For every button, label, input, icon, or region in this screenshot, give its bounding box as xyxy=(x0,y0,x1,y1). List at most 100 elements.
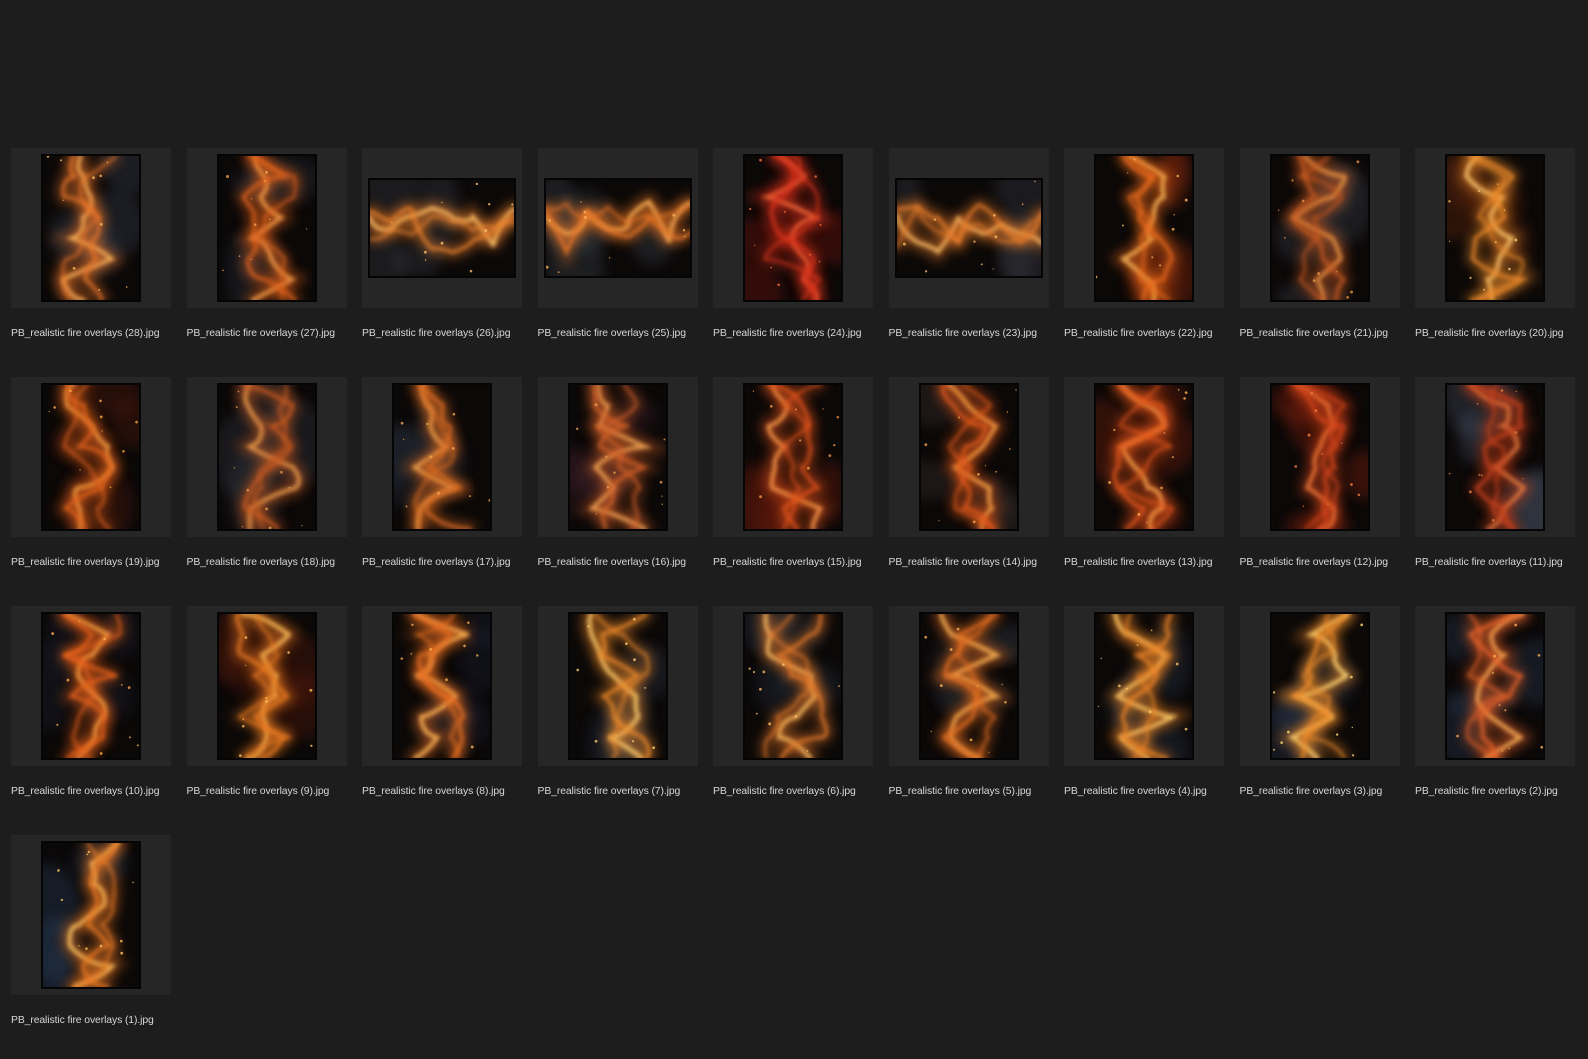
file-item[interactable]: PB_realistic fire overlays (18).jpg xyxy=(186,377,347,568)
file-item[interactable]: PB_realistic fire overlays (23).jpg xyxy=(888,148,1049,339)
file-name[interactable]: PB_realistic fire overlays (9).jpg xyxy=(187,786,362,798)
file-item[interactable]: PB_realistic fire overlays (17).jpg xyxy=(362,377,522,568)
fire-image xyxy=(920,385,1017,529)
thumbnail-tile[interactable] xyxy=(1064,606,1224,766)
file-name[interactable]: PB_realistic fire overlays (10).jpg xyxy=(11,786,186,798)
thumbnail-tile[interactable] xyxy=(888,606,1049,766)
fire-overlay-thumbnail xyxy=(392,383,492,531)
file-item[interactable]: PB_realistic fire overlays (4).jpg xyxy=(1064,606,1224,797)
file-name[interactable]: PB_realistic fire overlays (23).jpg xyxy=(889,328,1064,340)
thumbnail-tile[interactable] xyxy=(713,148,873,308)
fire-overlay-thumbnail xyxy=(216,154,317,302)
file-item[interactable]: PB_realistic fire overlays (28).jpg xyxy=(11,148,171,339)
file-name[interactable]: PB_realistic fire overlays (15).jpg xyxy=(713,557,888,569)
file-name[interactable]: PB_realistic fire overlays (7).jpg xyxy=(538,786,713,798)
file-name[interactable]: PB_realistic fire overlays (25).jpg xyxy=(538,328,713,340)
file-name[interactable]: PB_realistic fire overlays (12).jpg xyxy=(1240,557,1415,569)
file-item[interactable]: PB_realistic fire overlays (11).jpg xyxy=(1415,377,1575,568)
file-item[interactable]: PB_realistic fire overlays (14).jpg xyxy=(888,377,1049,568)
file-item[interactable]: PB_realistic fire overlays (1).jpg xyxy=(11,835,171,1026)
thumbnail-tile[interactable] xyxy=(1239,148,1400,308)
fire-overlay-thumbnail xyxy=(918,612,1019,760)
file-item[interactable]: PB_realistic fire overlays (8).jpg xyxy=(362,606,522,797)
thumbnail-tile[interactable] xyxy=(362,606,522,766)
file-item[interactable]: PB_realistic fire overlays (9).jpg xyxy=(186,606,347,797)
file-item[interactable]: PB_realistic fire overlays (26).jpg xyxy=(362,148,522,339)
file-name[interactable]: PB_realistic fire overlays (5).jpg xyxy=(889,786,1064,798)
thumbnail-tile[interactable] xyxy=(888,148,1049,308)
file-name[interactable]: PB_realistic fire overlays (24).jpg xyxy=(713,328,888,340)
fire-overlay-thumbnail xyxy=(41,841,141,989)
file-item[interactable]: PB_realistic fire overlays (21).jpg xyxy=(1239,148,1400,339)
thumbnail-tile[interactable] xyxy=(537,148,698,308)
file-item[interactable]: PB_realistic fire overlays (24).jpg xyxy=(713,148,873,339)
file-item[interactable]: PB_realistic fire overlays (27).jpg xyxy=(186,148,347,339)
thumbnail-tile[interactable] xyxy=(713,377,873,537)
fire-overlay-thumbnail xyxy=(567,383,668,531)
thumbnail-tile[interactable] xyxy=(1415,148,1575,308)
file-name[interactable]: PB_realistic fire overlays (22).jpg xyxy=(1064,328,1239,340)
fire-image xyxy=(745,614,841,758)
file-item[interactable]: PB_realistic fire overlays (19).jpg xyxy=(11,377,171,568)
file-item[interactable]: PB_realistic fire overlays (20).jpg xyxy=(1415,148,1575,339)
file-name[interactable]: PB_realistic fire overlays (6).jpg xyxy=(713,786,888,798)
file-name[interactable]: PB_realistic fire overlays (2).jpg xyxy=(1415,786,1588,798)
thumbnail-tile[interactable] xyxy=(1239,377,1400,537)
file-name[interactable]: PB_realistic fire overlays (28).jpg xyxy=(11,328,186,340)
file-name[interactable]: PB_realistic fire overlays (26).jpg xyxy=(362,328,537,340)
file-name[interactable]: PB_realistic fire overlays (4).jpg xyxy=(1064,786,1239,798)
fire-image xyxy=(370,180,514,276)
file-browser: PB_realistic fire overlays (28).jpg PB_re… xyxy=(0,0,1588,1059)
file-name[interactable]: PB_realistic fire overlays (19).jpg xyxy=(11,557,186,569)
thumbnail-tile[interactable] xyxy=(537,606,698,766)
thumbnail-tile[interactable] xyxy=(11,835,171,995)
file-item[interactable]: PB_realistic fire overlays (22).jpg xyxy=(1064,148,1224,339)
file-name[interactable]: PB_realistic fire overlays (16).jpg xyxy=(538,557,713,569)
thumbnail-tile[interactable] xyxy=(1064,148,1224,308)
file-name[interactable]: PB_realistic fire overlays (27).jpg xyxy=(187,328,362,340)
file-name[interactable]: PB_realistic fire overlays (11).jpg xyxy=(1415,557,1588,569)
fire-image xyxy=(43,385,139,529)
file-item[interactable]: PB_realistic fire overlays (25).jpg xyxy=(537,148,698,339)
thumbnail-tile[interactable] xyxy=(362,377,522,537)
file-item[interactable]: PB_realistic fire overlays (16).jpg xyxy=(537,377,698,568)
file-name[interactable]: PB_realistic fire overlays (13).jpg xyxy=(1064,557,1239,569)
thumbnail-tile[interactable] xyxy=(1239,606,1400,766)
fire-image xyxy=(569,385,666,529)
thumbnail-tile[interactable] xyxy=(713,606,873,766)
file-item[interactable]: PB_realistic fire overlays (2).jpg xyxy=(1415,606,1575,797)
fire-image xyxy=(1096,156,1192,300)
thumbnail-tile[interactable] xyxy=(11,606,171,766)
thumbnail-tile[interactable] xyxy=(11,148,171,308)
thumbnail-tile[interactable] xyxy=(186,377,347,537)
file-name[interactable]: PB_realistic fire overlays (21).jpg xyxy=(1240,328,1415,340)
file-item[interactable]: PB_realistic fire overlays (6).jpg xyxy=(713,606,873,797)
file-name[interactable]: PB_realistic fire overlays (18).jpg xyxy=(187,557,362,569)
thumbnail-tile[interactable] xyxy=(11,377,171,537)
thumbnail-tile[interactable] xyxy=(1415,606,1575,766)
thumbnail-tile[interactable] xyxy=(1064,377,1224,537)
thumbnail-tile[interactable] xyxy=(186,148,347,308)
file-item[interactable]: PB_realistic fire overlays (7).jpg xyxy=(537,606,698,797)
fire-image xyxy=(394,614,490,758)
file-item[interactable]: PB_realistic fire overlays (5).jpg xyxy=(888,606,1049,797)
fire-image xyxy=(394,385,490,529)
file-name[interactable]: PB_realistic fire overlays (8).jpg xyxy=(362,786,537,798)
file-name[interactable]: PB_realistic fire overlays (1).jpg xyxy=(11,1015,186,1027)
file-name[interactable]: PB_realistic fire overlays (3).jpg xyxy=(1240,786,1415,798)
thumbnail-tile[interactable] xyxy=(888,377,1049,537)
fire-overlay-thumbnail xyxy=(1269,383,1370,531)
file-name[interactable]: PB_realistic fire overlays (17).jpg xyxy=(362,557,537,569)
file-item[interactable]: PB_realistic fire overlays (3).jpg xyxy=(1239,606,1400,797)
file-name[interactable]: PB_realistic fire overlays (20).jpg xyxy=(1415,328,1588,340)
file-item[interactable]: PB_realistic fire overlays (13).jpg xyxy=(1064,377,1224,568)
file-item[interactable]: PB_realistic fire overlays (12).jpg xyxy=(1239,377,1400,568)
file-item[interactable]: PB_realistic fire overlays (10).jpg xyxy=(11,606,171,797)
thumbnail-tile[interactable] xyxy=(537,377,698,537)
file-item[interactable]: PB_realistic fire overlays (15).jpg xyxy=(713,377,873,568)
thumbnail-tile[interactable] xyxy=(186,606,347,766)
thumbnail-tile[interactable] xyxy=(362,148,522,308)
thumbnail-tile[interactable] xyxy=(1415,377,1575,537)
file-name[interactable]: PB_realistic fire overlays (14).jpg xyxy=(889,557,1064,569)
fire-overlay-thumbnail xyxy=(1094,383,1194,531)
